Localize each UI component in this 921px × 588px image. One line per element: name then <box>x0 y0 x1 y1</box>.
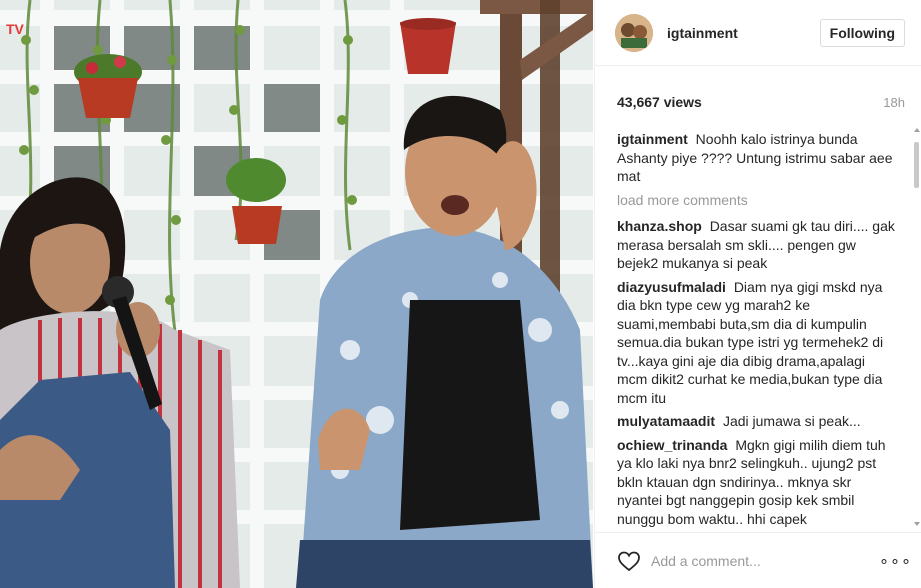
comment-footer: ∘∘∘ <box>595 532 921 588</box>
post-panel: igtainment Following 43,667 views 18h ig… <box>594 0 921 588</box>
comment-text: Diam nya gigi mskd nya dia bkn type cew … <box>617 278 884 406</box>
heart-icon[interactable] <box>617 549 641 573</box>
avatar[interactable] <box>615 13 653 52</box>
post-username[interactable]: igtainment <box>667 25 820 41</box>
comment-item: ochiew_trinanda Mgkn gigi milih diem tuh… <box>617 436 899 529</box>
post-header: igtainment Following <box>595 0 921 66</box>
caption-username[interactable]: igtainment <box>617 131 688 147</box>
post-stats: 43,667 views 18h <box>617 94 905 110</box>
svg-text:TV: TV <box>6 21 25 37</box>
comment-username[interactable]: ochiew_trinanda <box>617 437 727 453</box>
scroll-down-arrow-icon[interactable] <box>914 522 920 526</box>
following-button[interactable]: Following <box>819 18 905 47</box>
comment-item: diazyusufmaladi Diam nya gigi mskd nya d… <box>617 278 899 408</box>
caption: igtainment Noohh kalo istrinya bunda Ash… <box>617 130 899 186</box>
scroll-thumb[interactable] <box>914 142 919 188</box>
comment-username[interactable]: mulyatamaadit <box>617 413 715 429</box>
add-comment-input[interactable] <box>651 552 879 569</box>
post-time[interactable]: 18h <box>883 95 905 110</box>
view-count[interactable]: 43,667 views <box>617 94 702 110</box>
comment-list[interactable]: igtainment Noohh kalo istrinya bunda Ash… <box>617 130 899 530</box>
video-player[interactable]: TV <box>0 0 593 588</box>
more-options-icon[interactable]: ∘∘∘ <box>879 551 911 571</box>
comment-item: mulyatamaadit Jadi jumawa si peak... <box>617 412 899 431</box>
scroll-up-arrow-icon[interactable] <box>914 128 920 132</box>
load-more-comments-link[interactable]: load more comments <box>617 191 899 210</box>
comment-item: khanza.shop Dasar suami gk tau diri.... … <box>617 217 899 273</box>
comment-text: Jadi jumawa si peak... <box>722 413 861 429</box>
comment-scrollbar[interactable] <box>913 128 920 526</box>
avatar-image <box>615 13 653 52</box>
video-frame: TV <box>0 0 593 588</box>
comment-username[interactable]: khanza.shop <box>617 218 702 234</box>
comment-username[interactable]: diazyusufmaladi <box>617 279 726 295</box>
